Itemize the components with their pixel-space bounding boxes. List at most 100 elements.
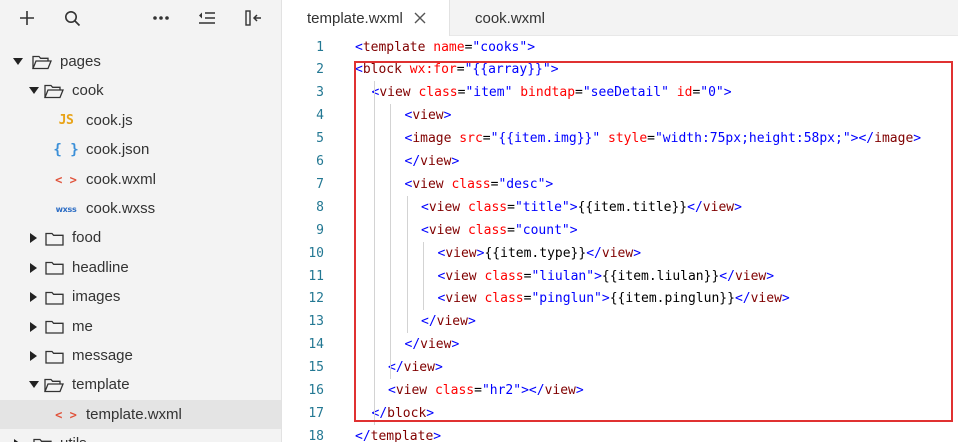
code-token: </: [586, 245, 602, 261]
code-token: >: [550, 62, 559, 78]
code-token: image: [874, 131, 914, 147]
code-token: image: [412, 131, 452, 147]
code-token: wx:for: [409, 62, 457, 78]
chevron-right-icon[interactable]: [28, 291, 40, 303]
line-number: 15: [308, 360, 324, 376]
tree-item-label: cook.wxml: [86, 170, 157, 188]
tree-item-cook-wxml[interactable]: < > cook.wxml: [0, 165, 281, 194]
code-token: view: [734, 268, 767, 284]
code-token: </: [355, 428, 371, 442]
code-token: style: [608, 131, 648, 147]
code-token: class: [467, 222, 508, 238]
code-token: view: [436, 314, 468, 330]
code-text: </view>: [405, 154, 460, 169]
code-token: view: [395, 383, 428, 398]
tree-item-message[interactable]: message: [0, 341, 281, 370]
file-explorer-sidebar: pages cook JS cook.js { } cook.json < > cook.wx…: [0, 0, 282, 442]
code-token: view: [428, 199, 461, 215]
tree-item-label: images: [72, 288, 121, 306]
tab-template-wxml[interactable]: template.wxml: [283, 0, 450, 36]
tree-item-cook[interactable]: cook: [0, 76, 281, 105]
code-token: "seeDetail": [582, 85, 669, 101]
tree-item-me[interactable]: me: [0, 312, 281, 341]
collapse-panel-icon[interactable]: [240, 0, 268, 36]
code-token: </: [687, 199, 703, 215]
sidebar-toolbar: [0, 0, 281, 36]
line-number: 11: [308, 268, 324, 284]
code-line: 17 </block>: [283, 402, 958, 425]
code-token: {{item.liulan}}: [601, 268, 720, 284]
tree-item-headline[interactable]: headline: [0, 253, 281, 282]
plus-icon[interactable]: [13, 0, 41, 36]
code-token: {{item.pinglun}}: [609, 291, 735, 307]
code-text: </view>: [405, 337, 460, 352]
chevron-right-icon[interactable]: [28, 321, 40, 333]
code-token: </: [421, 314, 437, 330]
tab-cook-wxml[interactable]: cook.wxml: [450, 0, 580, 36]
line-number: 4: [316, 108, 324, 124]
code-line: 15 </view>: [283, 356, 958, 379]
code-token: class: [484, 291, 524, 307]
code-token: <: [355, 39, 363, 55]
line-number: 13: [308, 314, 324, 330]
code-token: >: [451, 154, 460, 169]
tree-item-label: cook.js: [86, 111, 133, 129]
chevron-down-icon[interactable]: [28, 379, 40, 391]
code-area[interactable]: 1 <template name="cooks"> 2 <block wx:for="…: [283, 35, 958, 442]
code-token: view: [702, 199, 735, 215]
code-line: 10 <view>{{item.type}}</view>: [283, 242, 958, 265]
tree-item-cook-wxss[interactable]: wxss cook.wxss: [0, 194, 281, 223]
code-token: >: [913, 131, 922, 147]
search-icon[interactable]: [58, 0, 86, 36]
code-token: >: [601, 291, 610, 307]
folder-open-icon: [32, 54, 52, 70]
folder-icon: [44, 260, 64, 276]
tree-item-utils[interactable]: utils: [0, 429, 281, 442]
tree-item-food[interactable]: food: [0, 223, 281, 252]
tree-item-template[interactable]: template: [0, 370, 281, 399]
line-number: 2: [316, 62, 324, 78]
code-token: >: [545, 176, 554, 192]
tree-item-images[interactable]: images: [0, 282, 281, 311]
tree-item-label: template.wxml: [86, 405, 182, 423]
tree-item-label: template: [72, 376, 130, 394]
code-line: 12 <view class="pinglun">{{item.pinglun}}…: [283, 287, 958, 310]
tree-item-label: food: [72, 229, 102, 247]
code-token: =: [456, 62, 465, 78]
indent-guide: [423, 241, 424, 311]
chevron-right-icon[interactable]: [28, 350, 40, 362]
folder-icon: [44, 230, 64, 246]
folder-open-icon: [44, 377, 64, 393]
code-token: "count": [514, 222, 570, 238]
chevron-right-icon[interactable]: [28, 262, 40, 274]
chevron-down-icon[interactable]: [28, 85, 40, 97]
tree-item-pages[interactable]: pages: [0, 47, 281, 76]
code-token: class: [434, 383, 475, 398]
code-token: </: [404, 154, 421, 169]
code-token: block: [387, 405, 427, 421]
outdent-icon[interactable]: [193, 0, 221, 36]
code-token: "hr2": [481, 383, 522, 398]
code-token: >: [467, 314, 476, 330]
line-number: 12: [308, 291, 324, 307]
code-token: =: [647, 131, 655, 147]
close-icon[interactable]: [413, 11, 427, 25]
wxml-file-icon: < >: [55, 172, 77, 187]
chevron-right-icon[interactable]: [12, 438, 24, 442]
code-editor: template.wxml cook.wxml 1 <template name=…: [283, 0, 958, 442]
line-number: 14: [308, 337, 324, 353]
more-icon[interactable]: [147, 0, 175, 36]
tree-item-cook-js[interactable]: JS cook.js: [0, 106, 281, 135]
code-text: <view class="hr2"></view>: [388, 383, 584, 398]
code-token: =: [482, 131, 491, 147]
chevron-down-icon[interactable]: [12, 56, 24, 68]
code-token: view: [445, 268, 477, 284]
code-line: 11 <view class="liulan">{{item.liulan}}</…: [283, 265, 958, 288]
tree-item-cook-json[interactable]: { } cook.json: [0, 135, 281, 164]
line-number: 5: [316, 131, 324, 147]
chevron-right-icon[interactable]: [28, 232, 40, 244]
tree-item-template-wxml[interactable]: < > template.wxml: [0, 399, 281, 430]
code-token: "{{array}}": [464, 62, 551, 78]
code-token: class: [418, 85, 458, 101]
